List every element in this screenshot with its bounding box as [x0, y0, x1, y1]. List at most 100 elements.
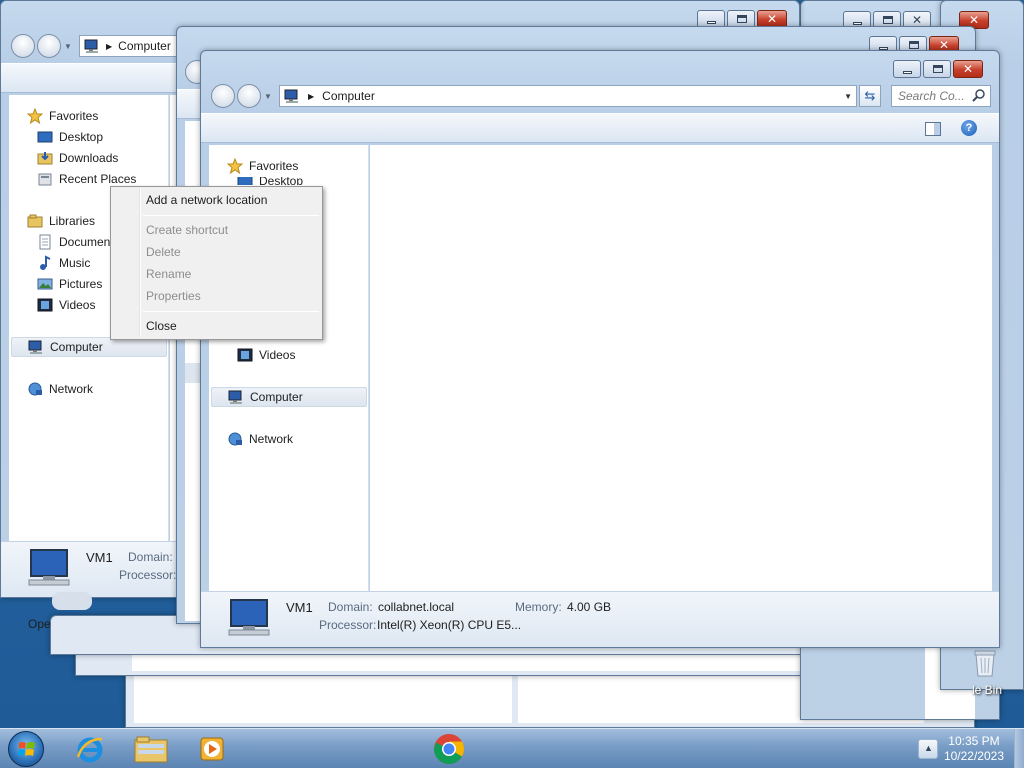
network-icon: [27, 381, 43, 397]
address-bar[interactable]: ▶ Computer ▼: [279, 85, 857, 107]
nav-item-label: Videos: [59, 298, 96, 312]
desktop-icon: [37, 129, 53, 145]
explorer-window-front: ✕ ▼ ▶ Computer ▼ ⇆ Search Co... ? Favori…: [200, 50, 1000, 648]
breadcrumb-arrow-icon[interactable]: ▶: [106, 42, 112, 51]
media-player-button[interactable]: [186, 731, 240, 767]
computer-icon: [84, 38, 100, 54]
chevron-up-icon: ▲: [924, 743, 933, 753]
forward-button[interactable]: [37, 34, 61, 58]
libraries-label: Libraries: [49, 214, 96, 228]
nav-network[interactable]: Network: [227, 429, 293, 449]
back-button[interactable]: [11, 34, 35, 58]
close-icon: ✕: [766, 12, 778, 26]
menu-separator: [143, 215, 319, 216]
nav-favorites[interactable]: Favorites: [26, 106, 98, 126]
menu-separator: [143, 311, 319, 312]
network-label: Network: [249, 432, 294, 446]
breadcrumb-arrow-icon[interactable]: ▶: [308, 92, 314, 101]
processor-label: Processor:: [119, 568, 177, 582]
maximize-icon: [933, 65, 943, 73]
search-icon[interactable]: [972, 88, 986, 105]
domain-label: Domain:: [328, 600, 373, 614]
nav-downloads[interactable]: Downloads: [37, 148, 118, 168]
network-icon: [227, 431, 243, 447]
nav-desktop[interactable]: Desktop: [237, 177, 303, 185]
domain-label: Domain:: [128, 550, 173, 564]
nav-item-label: Pictures: [59, 277, 103, 291]
nav-music[interactable]: Music: [37, 253, 90, 273]
network-drive-icon: [52, 592, 92, 610]
downloads-icon: [37, 150, 53, 166]
maximize-button[interactable]: [923, 60, 951, 78]
chrome-button[interactable]: [422, 731, 476, 767]
nav-item-label: Videos: [259, 348, 296, 362]
menu-item-add-network-location[interactable]: Add a network location: [113, 189, 320, 211]
recycle-bin-label[interactable]: le Bin: [972, 683, 1002, 697]
maximize-icon: [737, 15, 747, 23]
search-input[interactable]: Search Co...: [891, 85, 991, 107]
nav-computer[interactable]: Computer: [11, 337, 167, 357]
show-desktop-button[interactable]: [1014, 729, 1024, 768]
minimize-button[interactable]: [893, 60, 921, 78]
menu-item-rename[interactable]: Rename: [113, 263, 320, 285]
nav-item-label: Recent Places: [59, 172, 137, 186]
history-dropdown-icon[interactable]: ▼: [264, 92, 272, 101]
maximize-icon: [883, 16, 893, 24]
menu-item-create-shortcut[interactable]: Create shortcut: [113, 219, 320, 241]
clock-date: 10/22/2023: [943, 749, 1004, 763]
file-explorer-icon: [134, 735, 168, 766]
menu-item-properties[interactable]: Properties: [113, 285, 320, 307]
computer-label: Computer: [50, 340, 103, 354]
address-dropdown-icon[interactable]: ▼: [844, 92, 852, 101]
forward-button[interactable]: [237, 84, 261, 108]
close-button[interactable]: ✕: [953, 60, 983, 78]
memory-label: Memory:: [515, 600, 562, 614]
menu-item-delete[interactable]: Delete: [113, 241, 320, 263]
libraries-icon: [27, 213, 43, 229]
desktop-icon: [237, 177, 253, 185]
back-button[interactable]: [211, 84, 235, 108]
nav-documents[interactable]: Documen: [37, 232, 110, 252]
nav-videos[interactable]: Videos: [237, 345, 295, 365]
computer-name: VM1: [86, 550, 113, 565]
videos-icon: [237, 347, 253, 363]
clock-time: 10:35 PM: [948, 734, 1000, 748]
internet-explorer-button[interactable]: [62, 731, 116, 767]
nav-desktop[interactable]: Desktop: [37, 127, 103, 147]
maximize-icon: [909, 41, 919, 49]
refresh-icon: ⇆: [864, 88, 876, 103]
menu-item-close[interactable]: Close: [113, 315, 320, 337]
nav-item-label: Documen: [59, 235, 111, 249]
nav-videos[interactable]: Videos: [37, 295, 95, 315]
nav-favorites[interactable]: Favorites: [226, 156, 298, 176]
processor-value: Intel(R) Xeon(R) CPU E5...: [377, 618, 522, 632]
domain-value: collabnet.local: [378, 600, 455, 614]
computer-icon: [28, 339, 44, 355]
start-button[interactable]: [6, 730, 46, 768]
windows-logo-icon: [8, 731, 44, 767]
nav-network[interactable]: Network: [27, 379, 93, 399]
taskbar-clock[interactable]: 10:35 PM 10/22/2023: [944, 734, 1004, 764]
refresh-button[interactable]: ⇆: [859, 85, 881, 107]
nav-item-label: Desktop: [59, 130, 104, 144]
address-path: Computer: [118, 39, 171, 53]
recent-places-icon: [37, 171, 53, 187]
computer-name: VM1: [286, 600, 313, 615]
nav-computer[interactable]: Computer: [211, 387, 367, 407]
history-dropdown-icon[interactable]: ▼: [64, 42, 72, 51]
help-icon[interactable]: ?: [961, 120, 977, 136]
minimize-icon: [903, 71, 912, 74]
context-menu: Add a network location Create shortcut D…: [110, 186, 323, 340]
show-hidden-icons-button[interactable]: ▲: [918, 739, 938, 759]
close-icon: ✕: [962, 62, 974, 76]
computer-icon: [284, 88, 300, 104]
content-area[interactable]: [370, 145, 992, 591]
command-bar: ?: [201, 113, 999, 143]
music-icon: [37, 255, 53, 271]
minimize-icon: [707, 21, 716, 24]
preview-pane-icon[interactable]: [925, 122, 941, 139]
file-explorer-button[interactable]: [124, 731, 178, 767]
nav-pictures[interactable]: Pictures: [37, 274, 102, 294]
nav-libraries[interactable]: Libraries: [27, 211, 95, 231]
recycle-bin-icon[interactable]: [972, 648, 998, 678]
